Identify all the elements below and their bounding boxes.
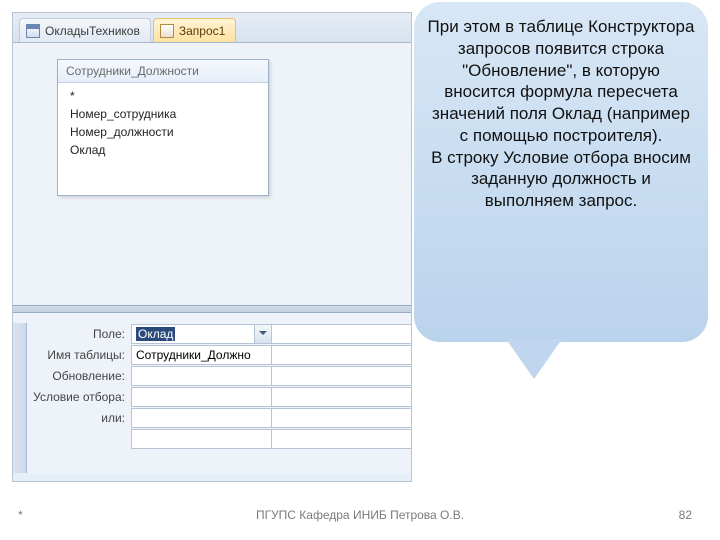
table-value: Сотрудники_Должно: [136, 348, 251, 362]
or-cell-empty[interactable]: [271, 408, 411, 428]
tab-zapros1[interactable]: Запрос1: [153, 18, 236, 42]
field-value-selected: Оклад: [136, 327, 175, 341]
footer-page-number: 82: [679, 508, 692, 522]
query-icon: [160, 24, 174, 38]
access-query-designer: ОкладыТехников Запрос1 Сотрудники_Должно…: [12, 12, 412, 482]
extra-cell-empty[interactable]: [271, 429, 411, 449]
table-cell-empty[interactable]: [271, 345, 411, 365]
tab-oklady-tehnikov[interactable]: ОкладыТехников: [19, 18, 151, 42]
callout-text: При этом в таблице Конструктора запросов…: [428, 17, 695, 210]
field-item[interactable]: Номер_сотрудника: [58, 105, 268, 123]
field-item[interactable]: Оклад: [58, 141, 268, 159]
tab-label: ОкладыТехников: [45, 24, 140, 38]
annotation-callout: При этом в таблице Конструктора запросов…: [414, 2, 708, 375]
grid-row-or: или:: [27, 407, 411, 428]
grid-row-criteria: Условие отбора:: [27, 386, 411, 407]
source-table-title: Сотрудники_Должности: [58, 60, 268, 83]
dropdown-icon[interactable]: [254, 325, 271, 343]
update-cell[interactable]: [131, 366, 271, 386]
grid-row-extra: [27, 428, 411, 449]
qbe-grid: Поле: Оклад Имя таблицы: Сотрудники_Долж…: [13, 313, 411, 473]
table-cell[interactable]: Сотрудники_Должно: [131, 345, 271, 365]
tab-label: Запрос1: [179, 24, 225, 38]
source-table-box[interactable]: Сотрудники_Должности * Номер_сотрудника …: [57, 59, 269, 196]
criteria-cell-empty[interactable]: [271, 387, 411, 407]
pane-splitter[interactable]: [13, 305, 411, 313]
field-list: * Номер_сотрудника Номер_должности Оклад: [58, 83, 268, 195]
grid-row-update: Обновление:: [27, 365, 411, 386]
criteria-cell[interactable]: [131, 387, 271, 407]
row-label-update: Обновление:: [27, 369, 131, 383]
row-label-field: Поле:: [27, 327, 131, 341]
row-label-or: или:: [27, 411, 131, 425]
update-cell-empty[interactable]: [271, 366, 411, 386]
field-item[interactable]: *: [58, 87, 268, 105]
design-canvas[interactable]: Сотрудники_Должности * Номер_сотрудника …: [13, 43, 411, 305]
footer-center: ПГУПС Кафедра ИНИБ Петрова О.В.: [0, 508, 720, 522]
tab-bar: ОкладыТехников Запрос1: [13, 13, 411, 43]
callout-bubble: При этом в таблице Конструктора запросов…: [414, 2, 708, 342]
row-label-table: Имя таблицы:: [27, 348, 131, 362]
extra-cell[interactable]: [131, 429, 271, 449]
row-label-criteria: Условие отбора:: [27, 390, 131, 404]
field-item[interactable]: Номер_должности: [58, 123, 268, 141]
grid-row-field: Поле: Оклад: [27, 323, 411, 344]
row-selector-gutter[interactable]: [13, 323, 27, 473]
or-cell[interactable]: [131, 408, 271, 428]
grid-row-table: Имя таблицы: Сотрудники_Должно: [27, 344, 411, 365]
callout-pointer-icon: [506, 339, 562, 379]
field-cell[interactable]: Оклад: [131, 324, 271, 344]
table-icon: [26, 24, 40, 38]
field-cell-empty[interactable]: [271, 324, 411, 344]
